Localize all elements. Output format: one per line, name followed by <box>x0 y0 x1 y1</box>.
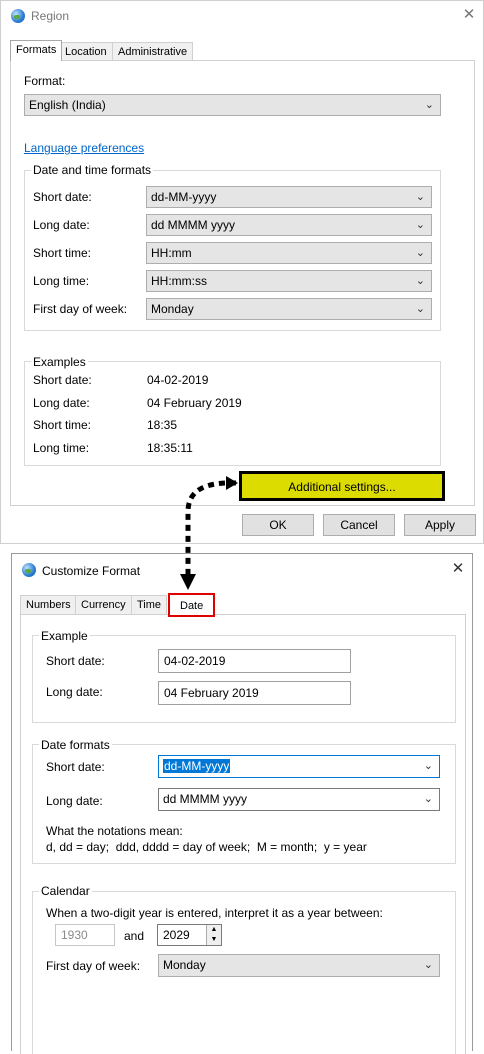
chevron-down-icon: ⌄ <box>424 99 434 111</box>
customize-title: Customize Format <box>42 564 141 578</box>
tab-formats[interactable]: Formats <box>10 40 63 61</box>
additional-settings-label: Additional settings... <box>288 480 396 494</box>
short-time-label: Short time: <box>33 246 92 260</box>
and-label: and <box>124 929 145 943</box>
chevron-down-icon: ⌄ <box>415 247 425 259</box>
example-group-title: Example <box>39 629 90 643</box>
long-date-format-label: Long date: <box>46 794 103 808</box>
calendar-title: Calendar <box>39 884 92 898</box>
first-day-dropdown[interactable]: Monday ⌄ <box>146 298 432 320</box>
tab-time-label: Time <box>137 599 162 611</box>
language-preferences-link[interactable]: Language preferences <box>24 141 144 155</box>
tab-administrative[interactable]: Administrative <box>112 42 194 62</box>
format-dropdown[interactable]: English (India) ⌄ <box>24 94 441 116</box>
examples-title: Examples <box>31 355 88 369</box>
tab-currency-label: Currency <box>81 599 126 611</box>
example-long-date-value: 04 February 2019 <box>147 396 242 410</box>
chevron-down-icon: ⌄ <box>415 219 425 231</box>
short-time-value: HH:mm <box>151 246 192 260</box>
example-short-date-value: 04-02-2019 <box>147 373 209 387</box>
year-to-spinner[interactable]: 2029 ▲ ▼ <box>157 924 222 946</box>
format-dropdown-value: English (India) <box>29 98 106 112</box>
tab-location[interactable]: Location <box>59 42 113 62</box>
region-title: Region <box>31 9 70 23</box>
long-date-dropdown[interactable]: dd MMMM yyyy ⌄ <box>146 214 432 236</box>
example-long-date-text: 04 February 2019 <box>164 686 259 700</box>
long-date-format-value: dd MMMM yyyy <box>163 792 247 806</box>
spin-down-icon[interactable]: ▼ <box>206 935 221 945</box>
first-day-of-week-value: Monday <box>163 958 206 972</box>
region-close-icon[interactable]: ✕ <box>458 5 480 27</box>
tab-location-label: Location <box>65 46 107 58</box>
example-short-date-text: 04-02-2019 <box>164 654 226 668</box>
long-date-value: dd MMMM yyyy <box>151 218 235 232</box>
tab-numbers-label: Numbers <box>26 599 71 611</box>
first-day-label: First day of week: <box>33 302 128 316</box>
short-time-dropdown[interactable]: HH:mm ⌄ <box>146 242 432 264</box>
additional-settings-button[interactable]: Additional settings... <box>239 471 445 501</box>
customize-titlebar: Customize Format ✕ <box>12 554 472 584</box>
first-day-of-week-label: First day of week: <box>46 959 141 973</box>
example-long-date-box: 04 February 2019 <box>158 681 351 705</box>
region-globe-icon <box>11 9 25 23</box>
long-time-value: HH:mm:ss <box>151 274 207 288</box>
two-digit-year-text: When a two-digit year is entered, interp… <box>46 906 383 920</box>
chevron-down-icon: ⌄ <box>423 959 433 971</box>
year-from-value: 1930 <box>61 928 88 942</box>
region-titlebar: Region ✕ <box>1 1 483 31</box>
tab-administrative-label: Administrative <box>118 46 188 58</box>
customize-globe-icon <box>22 563 36 577</box>
example-short-date-label: Short date: <box>33 373 92 387</box>
short-date-value: dd-MM-yyyy <box>151 190 217 204</box>
apply-button[interactable]: Apply <box>404 514 476 536</box>
example-short-date-box: 04-02-2019 <box>158 649 351 673</box>
long-time-dropdown[interactable]: HH:mm:ss ⌄ <box>146 270 432 292</box>
short-date-format-value[interactable]: dd-MM-yyyy <box>163 759 231 773</box>
tab-time[interactable]: Time <box>131 595 168 615</box>
year-from-box: 1930 <box>55 924 115 946</box>
short-date-format-label: Short date: <box>46 760 105 774</box>
notations-text: d, dd = day; ddd, dddd = day of week; M … <box>46 840 367 854</box>
short-date-label: Short date: <box>33 190 92 204</box>
notations-title: What the notations mean: <box>46 824 183 838</box>
chevron-down-icon: ⌄ <box>423 760 433 772</box>
chevron-down-icon: ⌄ <box>415 275 425 287</box>
ok-button[interactable]: OK <box>242 514 314 536</box>
long-time-label: Long time: <box>33 274 90 288</box>
year-to-value[interactable]: 2029 <box>163 928 190 942</box>
date-formats-title: Date formats <box>39 738 112 752</box>
cancel-button[interactable]: Cancel <box>323 514 395 536</box>
long-date-label: Long date: <box>33 218 90 232</box>
tab-date[interactable]: Date <box>168 593 216 617</box>
example-long-date-label: Long date: <box>33 396 90 410</box>
example-short-date-label: Short date: <box>46 654 105 668</box>
chevron-down-icon: ⌄ <box>415 303 425 315</box>
apply-label: Apply <box>424 518 456 532</box>
example-long-date-label: Long date: <box>46 685 103 699</box>
cancel-label: Cancel <box>340 518 378 532</box>
example-short-time-value: 18:35 <box>147 418 178 432</box>
chevron-down-icon: ⌄ <box>415 191 425 203</box>
customize-format-dialog: Customize Format ✕ Numbers Currency Time… <box>11 553 473 1054</box>
example-long-time-value: 18:35:11 <box>147 441 193 455</box>
long-date-format-combo[interactable]: dd MMMM yyyy ⌄ <box>158 788 440 811</box>
short-date-dropdown[interactable]: dd-MM-yyyy ⌄ <box>146 186 432 208</box>
tab-currency[interactable]: Currency <box>75 595 132 615</box>
format-label: Format: <box>24 74 66 88</box>
date-time-formats-title: Date and time formats <box>31 163 154 177</box>
chevron-down-icon: ⌄ <box>423 793 433 805</box>
short-date-format-combo[interactable]: dd-MM-yyyy ⌄ <box>158 755 440 778</box>
customize-close-icon[interactable]: ✕ <box>447 559 469 581</box>
first-day-value: Monday <box>151 302 194 316</box>
tab-numbers[interactable]: Numbers <box>20 595 77 615</box>
region-dialog: Region ✕ Formats Location Administrative… <box>0 0 484 544</box>
example-long-time-label: Long time: <box>33 441 90 455</box>
tab-formats-label: Formats <box>16 44 57 56</box>
example-short-time-label: Short time: <box>33 418 92 432</box>
tab-date-label: Date <box>180 600 204 612</box>
ok-label: OK <box>269 518 287 532</box>
first-day-of-week-combo[interactable]: Monday ⌄ <box>158 954 440 977</box>
